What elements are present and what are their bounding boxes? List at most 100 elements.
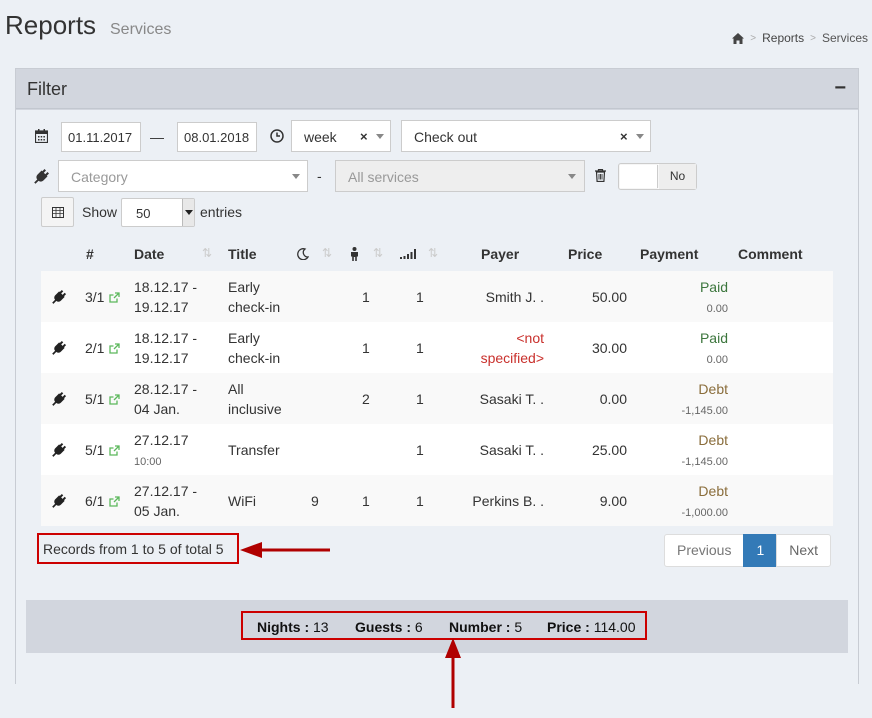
col-header-comment[interactable]: Comment: [738, 246, 803, 262]
collapse-button[interactable]: −: [834, 77, 846, 100]
row-title-line2: inclusive: [228, 401, 282, 417]
table-row[interactable]: 6/1 27.12.17 - 05 Jan. WiFi 9 1 1 Perkins B. . 9…: [41, 475, 833, 526]
row-payment-status: Paid: [699, 279, 728, 295]
row-price: 30.00: [591, 340, 627, 356]
sort-icon[interactable]: ⇅: [322, 246, 332, 260]
totals-price: Price : 114.00: [547, 619, 636, 635]
page-length-select[interactable]: 50: [121, 198, 195, 227]
annotation-arrow-up: [445, 638, 461, 708]
signal-bars-icon[interactable]: [400, 249, 416, 259]
clear-icon[interactable]: ×: [360, 129, 368, 144]
moon-icon[interactable]: [297, 248, 309, 260]
plug-icon: [52, 493, 67, 513]
external-link-icon[interactable]: [109, 339, 120, 359]
row-price: 0.00: [599, 391, 627, 407]
row-payer-line2: specified>: [480, 350, 544, 366]
date-from-input[interactable]: [61, 122, 141, 152]
plug-icon: [52, 289, 67, 309]
column-visibility-button[interactable]: [41, 197, 74, 227]
row-payer-line1: Sasaki T. .: [479, 391, 544, 407]
row-payment-status: Debt: [698, 381, 728, 397]
external-link-icon[interactable]: [109, 288, 120, 308]
row-date-line2: 19.12.17: [134, 299, 189, 315]
row-payment-status: Paid: [699, 330, 728, 346]
chevron-down-icon: [182, 199, 194, 226]
row-number-count: 1: [416, 442, 424, 458]
sort-icon[interactable]: ⇅: [202, 246, 212, 260]
table-row[interactable]: 3/1 18.12.17 - 19.12.17 Early check-in 1 1 Smit…: [41, 271, 833, 322]
col-header-title[interactable]: Title: [228, 246, 257, 262]
table-row[interactable]: 2/1 18.12.17 - 19.12.17 Early check-in 1 1 <not…: [41, 322, 833, 373]
services-select: All services: [335, 160, 585, 192]
col-header-date[interactable]: Date: [134, 246, 164, 262]
table-row[interactable]: 5/1 27.12.17 10:00 Transfer 1 Sasaki T. . 25.0…: [41, 424, 833, 475]
chevron-down-icon: [568, 174, 576, 179]
row-number: 2/1: [85, 340, 105, 356]
row-number: 3/1: [85, 289, 105, 305]
row-price: 9.00: [599, 493, 627, 509]
row-date-line2: 05 Jan.: [134, 503, 180, 519]
clear-icon[interactable]: ×: [620, 129, 628, 144]
toggle-switch[interactable]: No: [618, 163, 697, 190]
row-title-line1: Early: [228, 330, 260, 346]
mode-select[interactable]: Check out ×: [401, 120, 651, 152]
previous-page-button[interactable]: Previous: [664, 534, 745, 567]
totals-number: Number : 5: [449, 619, 523, 635]
page-1-button[interactable]: 1: [743, 534, 778, 567]
date-range-dash: —: [150, 129, 164, 145]
row-guests: 1: [362, 493, 370, 509]
col-header-num[interactable]: #: [86, 246, 94, 262]
row-title-line2: check-in: [228, 350, 281, 366]
row-date-line1: 27.12.17 -: [134, 483, 198, 499]
page-title: Reports: [5, 10, 97, 40]
row-payer-line1: <not: [516, 330, 544, 346]
breadcrumb-separator: >: [750, 32, 757, 44]
row-payment-amount: -1,145.00: [681, 456, 728, 468]
col-header-price[interactable]: Price: [568, 246, 602, 262]
row-guests: 1: [362, 340, 370, 356]
row-date-line1: 27.12.17: [134, 432, 189, 448]
plug-icon: [34, 169, 49, 184]
col-header-payer[interactable]: Payer: [481, 246, 519, 262]
category-select[interactable]: Category: [58, 160, 308, 192]
row-number-count: 1: [416, 289, 424, 305]
row-date-line1: 28.12.17 -: [134, 381, 198, 397]
row-date-line2: 04 Jan.: [134, 401, 180, 417]
row-price: 50.00: [591, 289, 627, 305]
totals-guests: Guests : 6: [355, 619, 423, 635]
sort-icon[interactable]: ⇅: [428, 246, 438, 260]
row-title-line1: Early: [228, 279, 260, 295]
external-link-icon[interactable]: [109, 390, 120, 410]
row-nights: 9: [311, 493, 319, 509]
breadcrumb-reports[interactable]: Reports: [762, 31, 804, 45]
home-icon[interactable]: [732, 32, 745, 44]
category-placeholder: Category: [71, 169, 128, 185]
next-page-button[interactable]: Next: [776, 534, 832, 567]
filter-box-header: Filter −: [16, 69, 858, 109]
row-payer-line1: Smith J. .: [485, 289, 544, 305]
plug-icon: [52, 391, 67, 411]
external-link-icon[interactable]: [109, 441, 120, 461]
row-payment-status: Debt: [698, 432, 728, 448]
breadcrumb-services: Services: [821, 31, 868, 45]
row-date-line2: 10:00: [134, 456, 162, 468]
external-link-icon[interactable]: [109, 492, 120, 512]
table-row[interactable]: 5/1 28.12.17 - 04 Jan. All inclusive 2 1 Sasaki…: [41, 373, 833, 424]
sort-icon[interactable]: ⇅: [373, 246, 383, 260]
period-select[interactable]: week ×: [291, 120, 391, 152]
row-payer-line1: Sasaki T. .: [479, 442, 544, 458]
filter-dash: -: [317, 168, 322, 184]
row-guests: 2: [362, 391, 370, 407]
chevron-down-icon: [292, 174, 300, 179]
row-payment-amount: 0.00: [706, 354, 728, 366]
date-to-input[interactable]: [177, 122, 257, 152]
trash-icon[interactable]: [595, 169, 606, 182]
person-icon[interactable]: [350, 247, 359, 261]
col-header-payment[interactable]: Payment: [640, 246, 698, 262]
row-title-line1: Transfer: [228, 442, 280, 458]
mode-value: Check out: [414, 129, 478, 145]
annotation-arrow-left: [240, 542, 330, 558]
length-entries-label: entries: [200, 204, 243, 220]
row-number: 5/1: [85, 391, 105, 407]
row-title-line1: WiFi: [228, 493, 256, 509]
